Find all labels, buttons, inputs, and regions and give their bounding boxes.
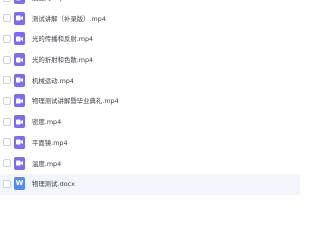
video-file-icon bbox=[14, 115, 25, 129]
file-row[interactable]: 温度.mp4 bbox=[0, 154, 300, 175]
file-row[interactable]: 物理测试讲解暨毕业典礼.mp4 bbox=[0, 91, 300, 112]
row-checkbox[interactable] bbox=[3, 34, 11, 43]
file-list: 加速的.mp4 测试讲解（补录版）.mp4 光的传播和反射.mp4 光的折射和色… bbox=[0, 0, 300, 200]
video-file-icon bbox=[14, 135, 25, 149]
video-file-icon bbox=[14, 73, 25, 87]
row-checkbox[interactable] bbox=[3, 96, 11, 105]
file-row[interactable]: 光的传播和反射.mp4 bbox=[0, 29, 300, 50]
row-checkbox[interactable] bbox=[3, 138, 11, 147]
row-checkbox[interactable] bbox=[3, 159, 11, 167]
file-name[interactable]: 光的传播和反射.mp4 bbox=[32, 29, 93, 50]
file-name[interactable]: 机械运动.mp4 bbox=[32, 71, 74, 92]
file-row[interactable]: 平面镜.mp4 bbox=[0, 133, 300, 154]
video-file-icon bbox=[14, 11, 25, 25]
file-row[interactable]: 密度.mp4 bbox=[0, 112, 300, 133]
file-name[interactable]: 光的折射和色散.mp4 bbox=[32, 50, 93, 71]
file-name[interactable]: 加速的.mp4 bbox=[32, 0, 68, 9]
file-name[interactable]: 物理测试讲解暨毕业典礼.mp4 bbox=[32, 91, 119, 112]
row-checkbox[interactable] bbox=[3, 0, 11, 2]
file-row[interactable]: 测试讲解（补录版）.mp4 bbox=[0, 9, 300, 30]
file-name[interactable]: 密度.mp4 bbox=[32, 112, 61, 133]
row-checkbox[interactable] bbox=[3, 14, 11, 23]
video-file-icon bbox=[14, 156, 25, 170]
word-doc-icon: W bbox=[14, 177, 25, 191]
file-name[interactable]: 平面镜.mp4 bbox=[32, 133, 68, 154]
file-name[interactable]: 测试讲解（补录版）.mp4 bbox=[32, 9, 106, 30]
file-row[interactable]: 机械运动.mp4 bbox=[0, 71, 300, 92]
file-name[interactable]: 温度.mp4 bbox=[32, 154, 61, 175]
video-file-icon bbox=[14, 32, 25, 46]
file-rows: 加速的.mp4 测试讲解（补录版）.mp4 光的传播和反射.mp4 光的折射和色… bbox=[0, 0, 300, 195]
file-row[interactable]: 光的折射和色散.mp4 bbox=[0, 50, 300, 71]
row-checkbox[interactable] bbox=[3, 117, 11, 126]
row-checkbox[interactable] bbox=[3, 76, 11, 85]
file-row-hovered[interactable]: W 物理测试.docx bbox=[0, 174, 300, 195]
video-file-icon bbox=[14, 94, 25, 108]
row-checkbox[interactable] bbox=[3, 179, 11, 188]
video-file-icon bbox=[14, 53, 25, 67]
file-name[interactable]: 物理测试.docx bbox=[32, 174, 75, 195]
file-row[interactable]: 加速的.mp4 bbox=[0, 0, 300, 9]
row-checkbox[interactable] bbox=[3, 55, 11, 64]
video-file-icon bbox=[14, 0, 25, 4]
